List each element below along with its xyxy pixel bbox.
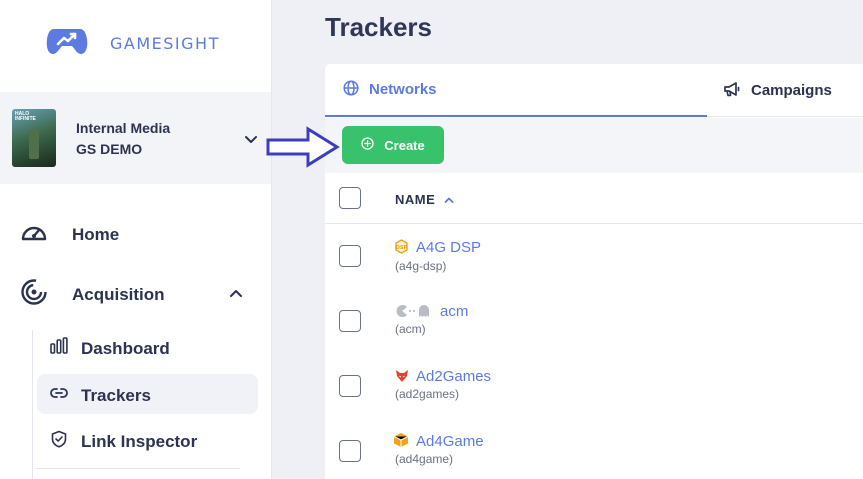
table-row[interactable]: Ad2Games (ad2games) bbox=[325, 354, 863, 419]
chevron-up-icon[interactable] bbox=[228, 286, 244, 304]
brand[interactable]: GAMESIGHT bbox=[46, 25, 220, 62]
nav-home-label: Home bbox=[72, 224, 120, 244]
brand-name: GAMESIGHT bbox=[110, 34, 220, 53]
tab-networks-label: Networks bbox=[369, 81, 437, 98]
create-button[interactable]: Create bbox=[342, 126, 444, 164]
row-checkbox[interactable] bbox=[339, 310, 361, 332]
sidebar-divider bbox=[36, 468, 240, 469]
org-name: Internal Media bbox=[76, 120, 171, 136]
row-checkbox[interactable] bbox=[339, 440, 361, 462]
network-name-link[interactable]: acm bbox=[440, 303, 468, 320]
bar-chart-icon bbox=[50, 337, 68, 360]
nav-acquisition[interactable]: Acquisition bbox=[20, 278, 165, 311]
nav-link-inspector[interactable]: Link Inspector bbox=[50, 430, 197, 453]
thumbnail-logo-text: HALO INFINITE bbox=[15, 111, 36, 122]
network-slug: (a4g-dsp) bbox=[395, 259, 447, 273]
network-slug: (ad4game) bbox=[395, 452, 454, 466]
link-icon bbox=[50, 384, 68, 407]
org-switcher[interactable]: HALO INFINITE bbox=[0, 92, 271, 184]
nav-dashboard[interactable]: Dashboard bbox=[50, 337, 170, 360]
network-slug: (ad2games) bbox=[395, 387, 460, 401]
page-title: Trackers bbox=[325, 12, 432, 42]
sort-ascending-icon[interactable] bbox=[443, 192, 455, 210]
nav-trackers[interactable]: Trackers bbox=[50, 384, 151, 407]
create-button-label: Create bbox=[384, 137, 425, 153]
cube-logo-icon bbox=[393, 432, 409, 453]
org-project: GS DEMO bbox=[76, 141, 143, 157]
trackers-card: Networks Campaigns Create NAME DSP A4G D… bbox=[325, 64, 863, 479]
chevron-down-icon[interactable] bbox=[243, 133, 259, 151]
nav-link-inspector-label: Link Inspector bbox=[81, 431, 198, 451]
table-row[interactable]: Ad4Game (ad4game) bbox=[325, 419, 863, 479]
plus-circle-icon bbox=[361, 137, 374, 153]
game-thumbnail: HALO INFINITE bbox=[12, 109, 56, 167]
toolbar: Create bbox=[325, 118, 863, 173]
row-checkbox[interactable] bbox=[339, 375, 361, 397]
megaphone-icon bbox=[723, 81, 741, 101]
tab-networks[interactable]: Networks bbox=[325, 64, 707, 117]
column-header-name[interactable]: NAME bbox=[395, 192, 435, 207]
sidebar: GAMESIGHT HALO INFINITE Internal Media GS… bbox=[0, 0, 272, 479]
svg-text:DSP: DSP bbox=[396, 245, 408, 251]
fox-logo-icon bbox=[395, 369, 409, 388]
a4g-logo-icon: DSP bbox=[395, 239, 408, 259]
table-row[interactable]: DSP A4G DSP (a4g-dsp) bbox=[325, 224, 863, 289]
nav-trackers-label: Trackers bbox=[81, 385, 151, 405]
row-checkbox[interactable] bbox=[339, 245, 361, 267]
shield-check-icon bbox=[50, 430, 68, 453]
pacman-ghost-icon bbox=[395, 304, 433, 323]
submenu-divider bbox=[32, 330, 33, 479]
network-name-link[interactable]: A4G DSP bbox=[416, 239, 481, 256]
network-name-link[interactable]: Ad2Games bbox=[416, 368, 491, 385]
table-header: NAME bbox=[325, 173, 863, 224]
gamepad-logo-icon bbox=[46, 25, 88, 62]
nav-home[interactable]: Home bbox=[20, 220, 119, 249]
globe-icon bbox=[343, 79, 359, 100]
speedometer-icon bbox=[20, 220, 48, 249]
tab-campaigns[interactable]: Campaigns bbox=[723, 64, 832, 117]
network-name-link[interactable]: Ad4Game bbox=[416, 433, 484, 450]
tab-bar: Networks Campaigns bbox=[325, 64, 863, 117]
annotation-arrow-icon bbox=[266, 126, 340, 173]
nav-acquisition-label: Acquisition bbox=[72, 284, 165, 304]
select-all-checkbox[interactable] bbox=[339, 187, 361, 209]
target-icon bbox=[20, 278, 48, 311]
nav-dashboard-label: Dashboard bbox=[81, 338, 170, 358]
network-slug: (acm) bbox=[395, 322, 426, 336]
tab-campaigns-label: Campaigns bbox=[751, 82, 832, 99]
table-row[interactable]: acm (acm) bbox=[325, 289, 863, 354]
